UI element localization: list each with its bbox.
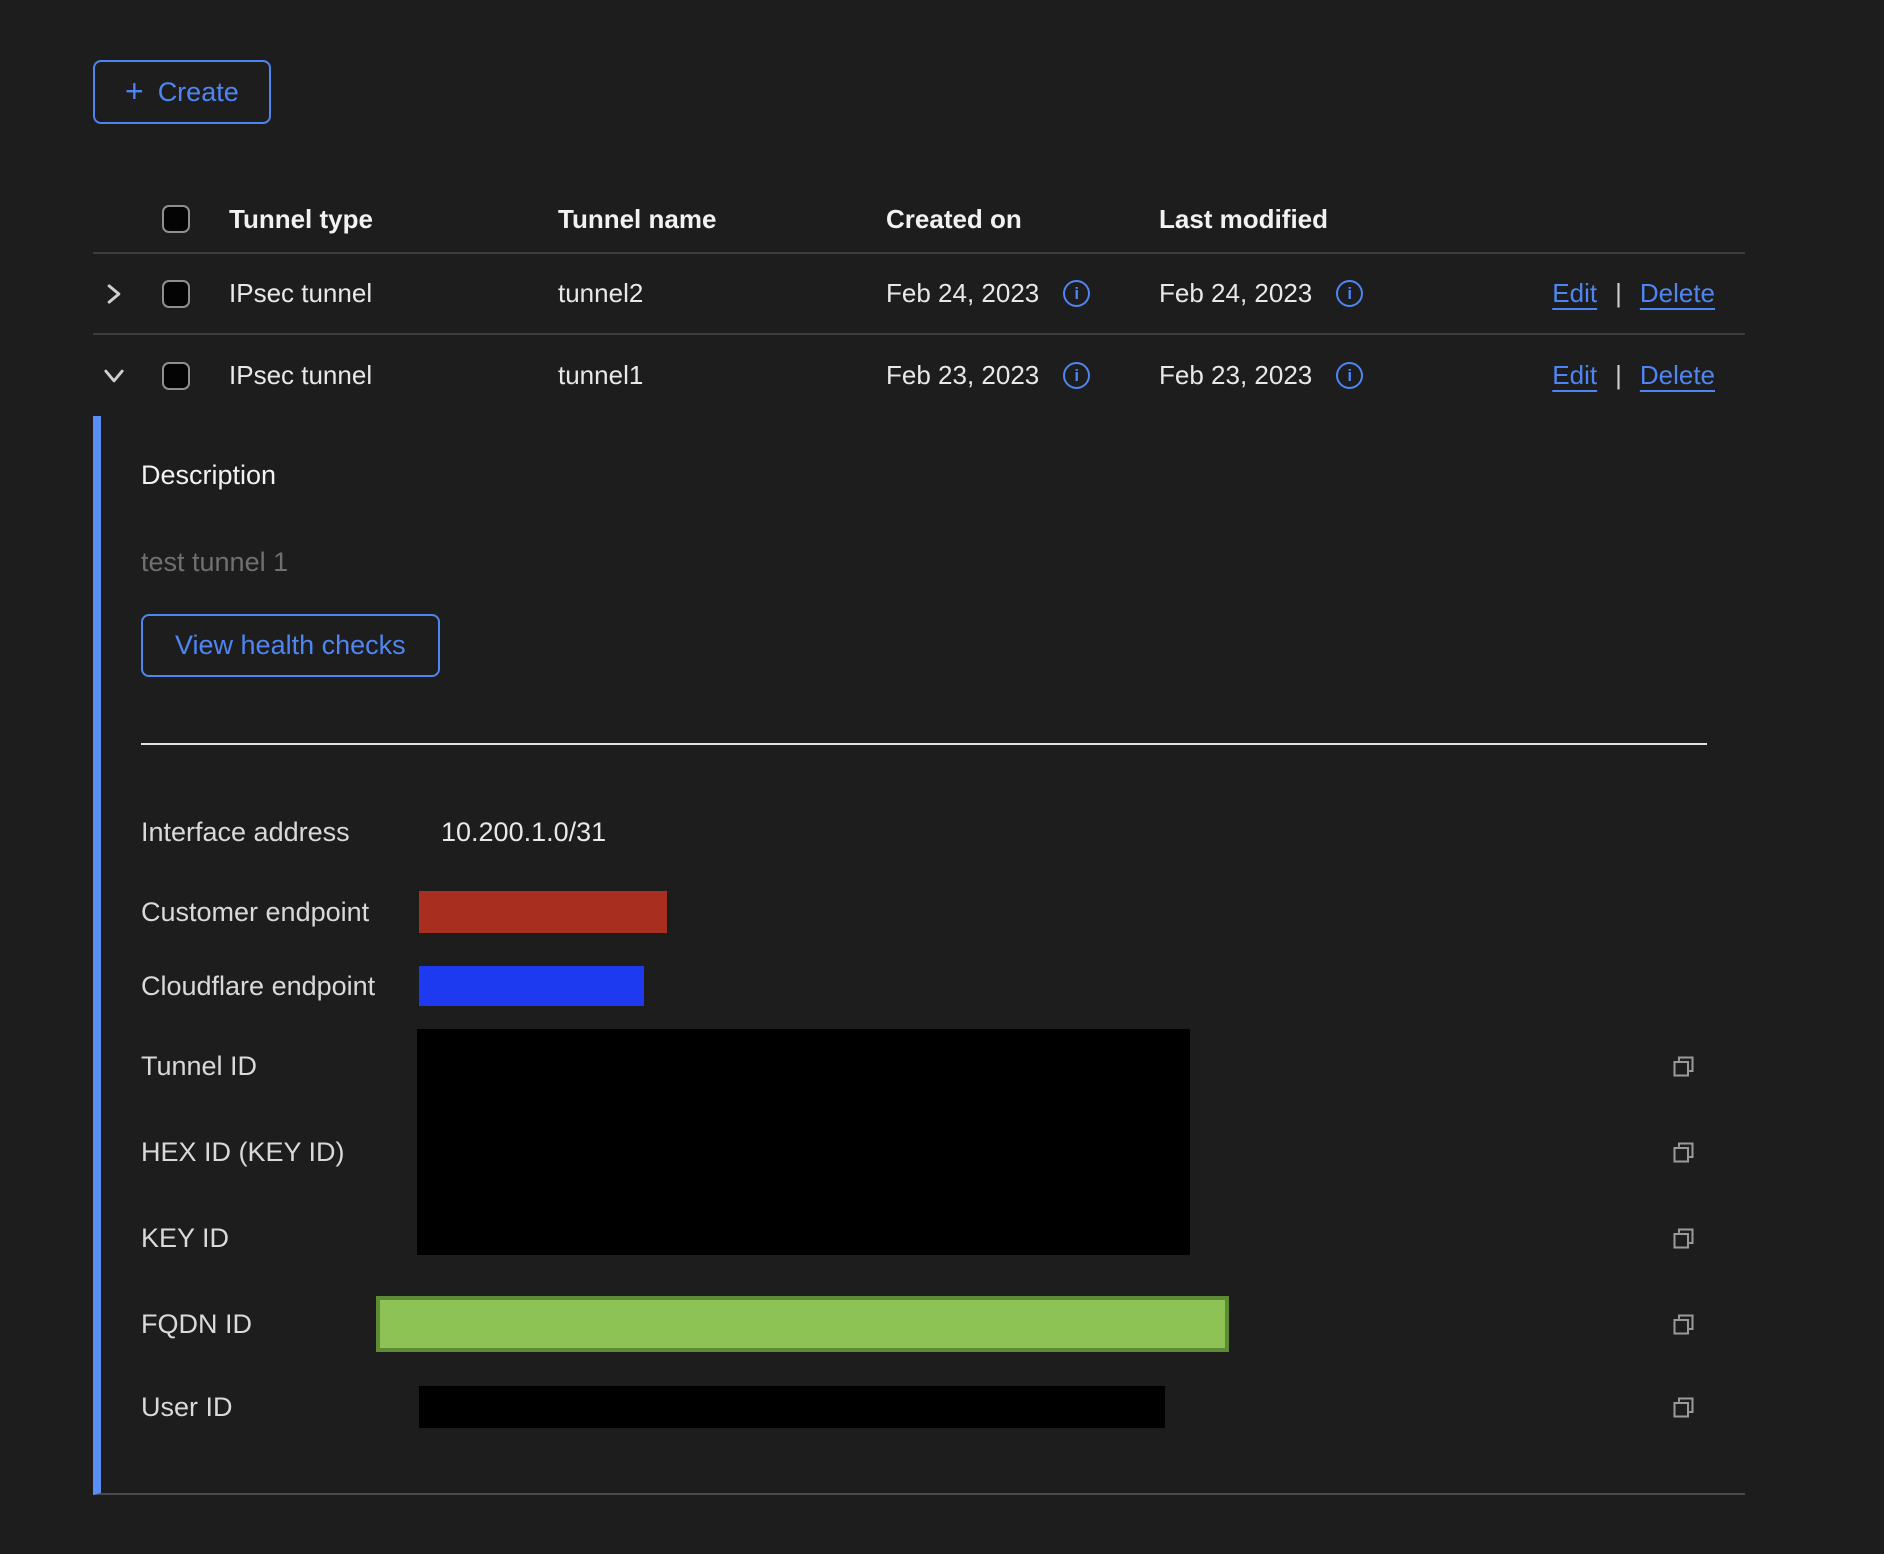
table-row: IPsec tunnel tunnel2 Feb 24, 2023 i Feb …	[93, 254, 1745, 335]
tunnel-name-cell: tunnel2	[558, 278, 886, 309]
copy-key-id-button[interactable]	[1670, 1195, 1745, 1281]
detail-rows-ids-group: Tunnel ID HEX ID (KEY ID) KEY ID	[141, 1023, 1745, 1281]
detail-row-fqdn-id: FQDN ID	[141, 1281, 1745, 1367]
detail-label: User ID	[141, 1392, 417, 1423]
last-modified-cell: Feb 24, 2023	[1159, 278, 1312, 309]
table-header-row: Tunnel type Tunnel name Created on Last …	[93, 186, 1745, 254]
delete-link[interactable]: Delete	[1640, 360, 1715, 391]
info-icon[interactable]: i	[1063, 362, 1090, 389]
created-on-cell: Feb 24, 2023	[886, 278, 1039, 309]
collapse-row-button[interactable]	[101, 363, 127, 389]
detail-row-customer-endpoint: Customer endpoint	[141, 875, 1745, 949]
chevron-down-icon	[101, 363, 127, 389]
tunnel-table: Tunnel type Tunnel name Created on Last …	[93, 186, 1745, 1495]
column-header-created-on: Created on	[886, 204, 1159, 235]
detail-label: Tunnel ID	[141, 1023, 417, 1109]
cloudflare-endpoint-redacted-value	[419, 966, 644, 1006]
info-icon[interactable]: i	[1336, 362, 1363, 389]
plus-icon: +	[125, 75, 144, 107]
create-button[interactable]: + Create	[93, 60, 271, 124]
actions-separator: |	[1615, 360, 1622, 391]
tunnel-type-cell: IPsec tunnel	[229, 360, 558, 391]
copy-hex-id-button[interactable]	[1670, 1109, 1745, 1195]
row-checkbox[interactable]	[162, 280, 190, 308]
customer-endpoint-redacted-value	[419, 891, 667, 933]
panel-divider	[141, 743, 1707, 745]
detail-label: KEY ID	[141, 1195, 417, 1281]
copy-icon	[1670, 1394, 1697, 1421]
copy-tunnel-id-button[interactable]	[1670, 1023, 1745, 1109]
detail-row-user-id: User ID	[141, 1367, 1745, 1447]
column-header-tunnel-type: Tunnel type	[229, 204, 558, 235]
detail-row-interface-address: Interface address 10.200.1.0/31	[141, 789, 1745, 875]
last-modified-cell: Feb 23, 2023	[1159, 360, 1312, 391]
copy-fqdn-id-button[interactable]	[1670, 1311, 1745, 1338]
tunnel-type-cell: IPsec tunnel	[229, 278, 558, 309]
view-health-checks-button[interactable]: View health checks	[141, 614, 440, 677]
row-checkbox[interactable]	[162, 362, 190, 390]
column-header-last-modified: Last modified	[1159, 204, 1503, 235]
copy-user-id-button[interactable]	[1670, 1394, 1745, 1421]
user-id-redacted-value	[419, 1386, 1165, 1428]
description-value: test tunnel 1	[141, 547, 1745, 578]
actions-separator: |	[1615, 278, 1622, 309]
copy-icon	[1670, 1225, 1697, 1252]
detail-row-cloudflare-endpoint: Cloudflare endpoint	[141, 949, 1745, 1023]
copy-icon	[1670, 1311, 1697, 1338]
detail-label: HEX ID (KEY ID)	[141, 1109, 417, 1195]
info-icon[interactable]: i	[1063, 280, 1090, 307]
info-icon[interactable]: i	[1336, 280, 1363, 307]
ids-redacted-value	[417, 1029, 1190, 1255]
fqdn-id-redacted-value	[376, 1296, 1229, 1352]
tunnel-details: Interface address 10.200.1.0/31 Customer…	[141, 789, 1745, 1447]
detail-label: Cloudflare endpoint	[141, 971, 417, 1002]
chevron-right-icon	[101, 281, 127, 307]
tunnel-detail-panel: Description test tunnel 1 View health ch…	[93, 416, 1745, 1495]
detail-label: Customer endpoint	[141, 897, 417, 928]
copy-icon	[1670, 1139, 1697, 1166]
edit-link[interactable]: Edit	[1552, 278, 1597, 309]
edit-link[interactable]: Edit	[1552, 360, 1597, 391]
interface-address-value: 10.200.1.0/31	[417, 817, 1670, 848]
tunnels-page: + Create Tunnel type Tunnel name Created…	[0, 0, 1884, 1554]
delete-link[interactable]: Delete	[1640, 278, 1715, 309]
expand-row-button[interactable]	[101, 281, 127, 307]
copy-icon	[1670, 1053, 1697, 1080]
detail-label: Interface address	[141, 817, 417, 848]
description-label: Description	[141, 460, 1745, 491]
created-on-cell: Feb 23, 2023	[886, 360, 1039, 391]
table-row: IPsec tunnel tunnel1 Feb 23, 2023 i Feb …	[93, 335, 1745, 416]
tunnel-name-cell: tunnel1	[558, 360, 886, 391]
create-button-label: Create	[158, 77, 239, 108]
column-header-tunnel-name: Tunnel name	[558, 204, 886, 235]
select-all-checkbox[interactable]	[162, 205, 190, 233]
